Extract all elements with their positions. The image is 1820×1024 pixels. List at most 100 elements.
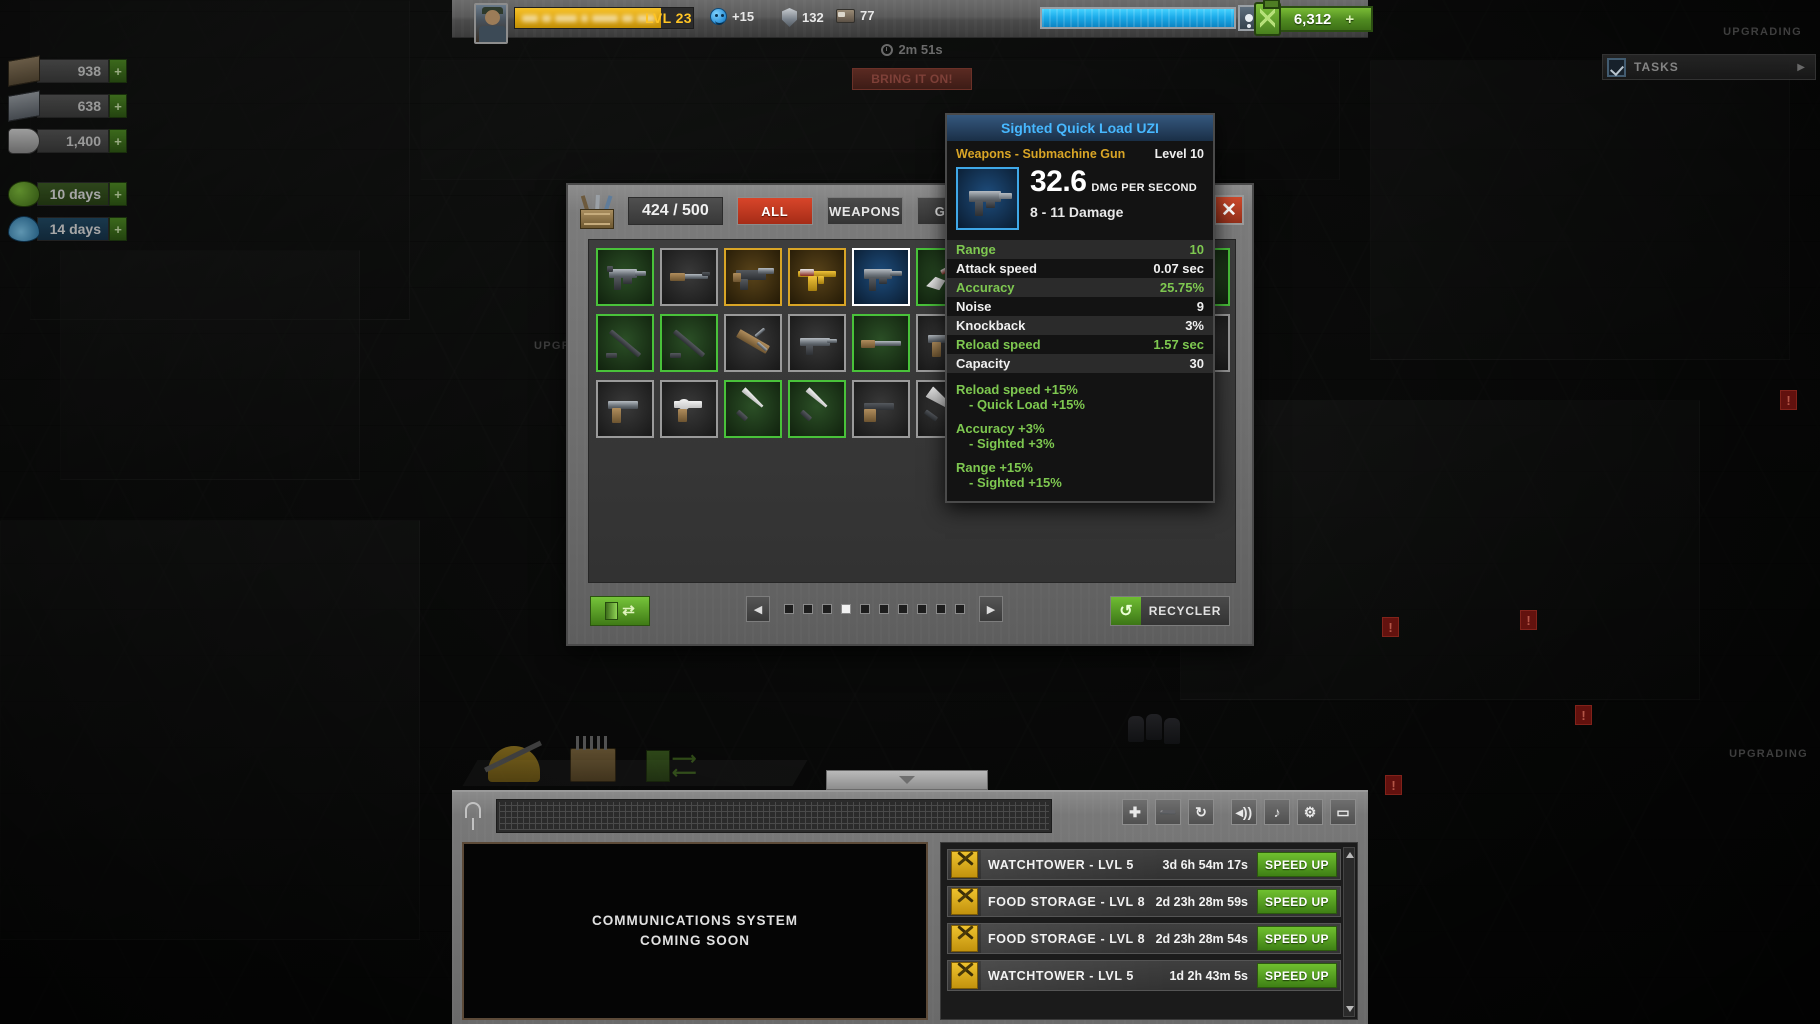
tab-all[interactable]: ALL bbox=[736, 197, 813, 225]
alert-marker[interactable]: ! bbox=[1520, 610, 1537, 630]
build-queue-row: WATCHTOWER - LVL 5 1d 2h 43m 5s SPEED UP bbox=[947, 960, 1341, 991]
tooltip-subheader: Weapons - Submachine Gun Level 10 bbox=[947, 141, 1213, 165]
page-dot-5[interactable] bbox=[860, 604, 870, 614]
upgrading-label: UPGRADING bbox=[1729, 748, 1808, 760]
speed-up-button[interactable]: SPEED UP bbox=[1257, 926, 1337, 951]
inventory-slot[interactable] bbox=[660, 380, 718, 438]
inventory-slot[interactable] bbox=[596, 314, 654, 372]
queue-scrollbar[interactable] bbox=[1343, 847, 1355, 1017]
chevron-right-icon: ▶ bbox=[1797, 61, 1805, 73]
hammer-wrench-icon bbox=[951, 851, 978, 878]
build-queue-time: 1d 2h 43m 5s bbox=[1169, 968, 1248, 983]
tooltip-stat-value: 10 bbox=[1189, 242, 1204, 257]
tooltip-stat-row: Knockback 3% bbox=[947, 316, 1213, 335]
metal-icon bbox=[8, 90, 40, 122]
player-level: LVL 23 bbox=[644, 10, 692, 26]
tooltip-bonus-sub: - Sighted +3% bbox=[969, 436, 1055, 451]
water-icon bbox=[8, 216, 40, 242]
alert-marker[interactable]: ! bbox=[1385, 775, 1402, 795]
speed-up-button[interactable]: SPEED UP bbox=[1257, 852, 1337, 877]
happiness-stat: +15 bbox=[710, 8, 754, 25]
sound-button[interactable]: ◂)) bbox=[1231, 799, 1257, 825]
cloth-add-button[interactable]: + bbox=[109, 129, 127, 153]
wood-add-button[interactable]: + bbox=[109, 59, 127, 83]
page-dot-8[interactable] bbox=[917, 604, 927, 614]
tooltip-stat-value: 3% bbox=[1185, 318, 1204, 333]
inventory-slot[interactable] bbox=[852, 380, 910, 438]
tooltip-stat-row: Noise 9 bbox=[947, 297, 1213, 316]
page-dot-7[interactable] bbox=[898, 604, 908, 614]
page-dot-4[interactable] bbox=[841, 604, 851, 614]
swap-inventory-button[interactable]: ⇄ bbox=[590, 596, 650, 626]
thompson-icon bbox=[730, 257, 776, 297]
inventory-slot[interactable] bbox=[788, 248, 846, 306]
inventory-slot[interactable] bbox=[852, 314, 910, 372]
close-button[interactable]: ✕ bbox=[1214, 195, 1244, 225]
inventory-slot[interactable] bbox=[596, 380, 654, 438]
fuel-add-icon[interactable]: + bbox=[1345, 11, 1354, 28]
next-page-button[interactable]: ▶ bbox=[979, 596, 1003, 622]
alert-marker[interactable]: ! bbox=[1382, 617, 1399, 637]
speed-up-button[interactable]: SPEED UP bbox=[1257, 889, 1337, 914]
inventory-slot[interactable] bbox=[724, 248, 782, 306]
zoom-in-button[interactable]: ✚ bbox=[1122, 799, 1148, 825]
tasks-panel-button[interactable]: TASKS ▶ bbox=[1602, 54, 1816, 80]
build-queue-name: FOOD STORAGE - LVL 8 bbox=[981, 887, 1156, 916]
tooltip-bonus-main: Range +15% bbox=[956, 460, 1033, 475]
tooltip-stat-row: Range 10 bbox=[947, 240, 1213, 259]
page-dot-9[interactable] bbox=[936, 604, 946, 614]
wood-icon bbox=[8, 55, 40, 87]
crate-icon bbox=[578, 193, 618, 229]
inventory-slot[interactable] bbox=[852, 248, 910, 306]
inventory-slot[interactable] bbox=[788, 314, 846, 372]
food-add-button[interactable]: + bbox=[109, 182, 127, 206]
tooltip-stat-name: Capacity bbox=[956, 356, 1011, 371]
beds-stat: 77 bbox=[836, 8, 874, 23]
page-dot-3[interactable] bbox=[822, 604, 832, 614]
hud-button-row: ✚ ➖ ↻ ◂)) ♪ ⚙ ▭ bbox=[1122, 799, 1356, 825]
tab-weapons[interactable]: WEAPONS bbox=[826, 197, 903, 225]
alert-marker[interactable]: ! bbox=[1575, 705, 1592, 725]
defense-stat: 132 bbox=[782, 8, 824, 27]
recycler-label: RECYCLER bbox=[1148, 604, 1222, 618]
inventory-slot[interactable] bbox=[724, 314, 782, 372]
minimap[interactable] bbox=[496, 799, 1052, 833]
pipe-icon bbox=[666, 323, 712, 363]
zoom-out-button[interactable]: ➖ bbox=[1155, 799, 1181, 825]
base-ground-icons: ⟶ ⟵ bbox=[488, 712, 788, 782]
inventory-slot[interactable] bbox=[788, 380, 846, 438]
inventory-slot[interactable] bbox=[724, 380, 782, 438]
page-dot-6[interactable] bbox=[879, 604, 889, 614]
inventory-slot[interactable] bbox=[660, 314, 718, 372]
page-dot-10[interactable] bbox=[955, 604, 965, 614]
settings-button[interactable]: ⚙ bbox=[1297, 799, 1323, 825]
fuel-can-icon bbox=[1254, 0, 1281, 36]
tooltip-title: Sighted Quick Load UZI bbox=[947, 115, 1213, 141]
toolbox-icon bbox=[570, 748, 616, 782]
recycler-button[interactable]: ↺ RECYCLER bbox=[1110, 596, 1230, 626]
window-button[interactable]: ▭ bbox=[1330, 799, 1356, 825]
scroll-up-icon bbox=[1346, 852, 1354, 858]
fuel-currency[interactable]: 6,312 + bbox=[1254, 0, 1373, 36]
tooltip-bonus-group: Accuracy +3% - Sighted +3% bbox=[947, 412, 1213, 451]
music-off-button[interactable]: ♪ bbox=[1264, 799, 1290, 825]
rotate-button[interactable]: ↻ bbox=[1188, 799, 1214, 825]
water-add-button[interactable]: + bbox=[109, 217, 127, 241]
page-dot-2[interactable] bbox=[803, 604, 813, 614]
inventory-slot[interactable] bbox=[660, 248, 718, 306]
prev-page-button[interactable]: ◀ bbox=[746, 596, 770, 622]
inventory-slot[interactable] bbox=[596, 248, 654, 306]
tooltip-bonus-sub: - Quick Load +15% bbox=[969, 397, 1085, 412]
page-dot-1[interactable] bbox=[784, 604, 794, 614]
alert-marker[interactable]: ! bbox=[1780, 390, 1797, 410]
speed-up-button[interactable]: SPEED UP bbox=[1257, 963, 1337, 988]
metal-add-button[interactable]: + bbox=[109, 94, 127, 118]
knife-icon bbox=[730, 389, 776, 429]
smiley-icon bbox=[710, 8, 727, 25]
bring-it-on-button[interactable]: BRING IT ON! bbox=[852, 68, 972, 90]
tooltip-bonus-group: Range +15% - Sighted +15% bbox=[947, 451, 1213, 490]
player-avatar[interactable] bbox=[474, 3, 508, 44]
hud-collapse-tab[interactable] bbox=[826, 770, 988, 790]
tooltip-bonus-main: Reload speed +15% bbox=[956, 382, 1078, 397]
inventory-capacity: 424 / 500 bbox=[628, 197, 723, 225]
